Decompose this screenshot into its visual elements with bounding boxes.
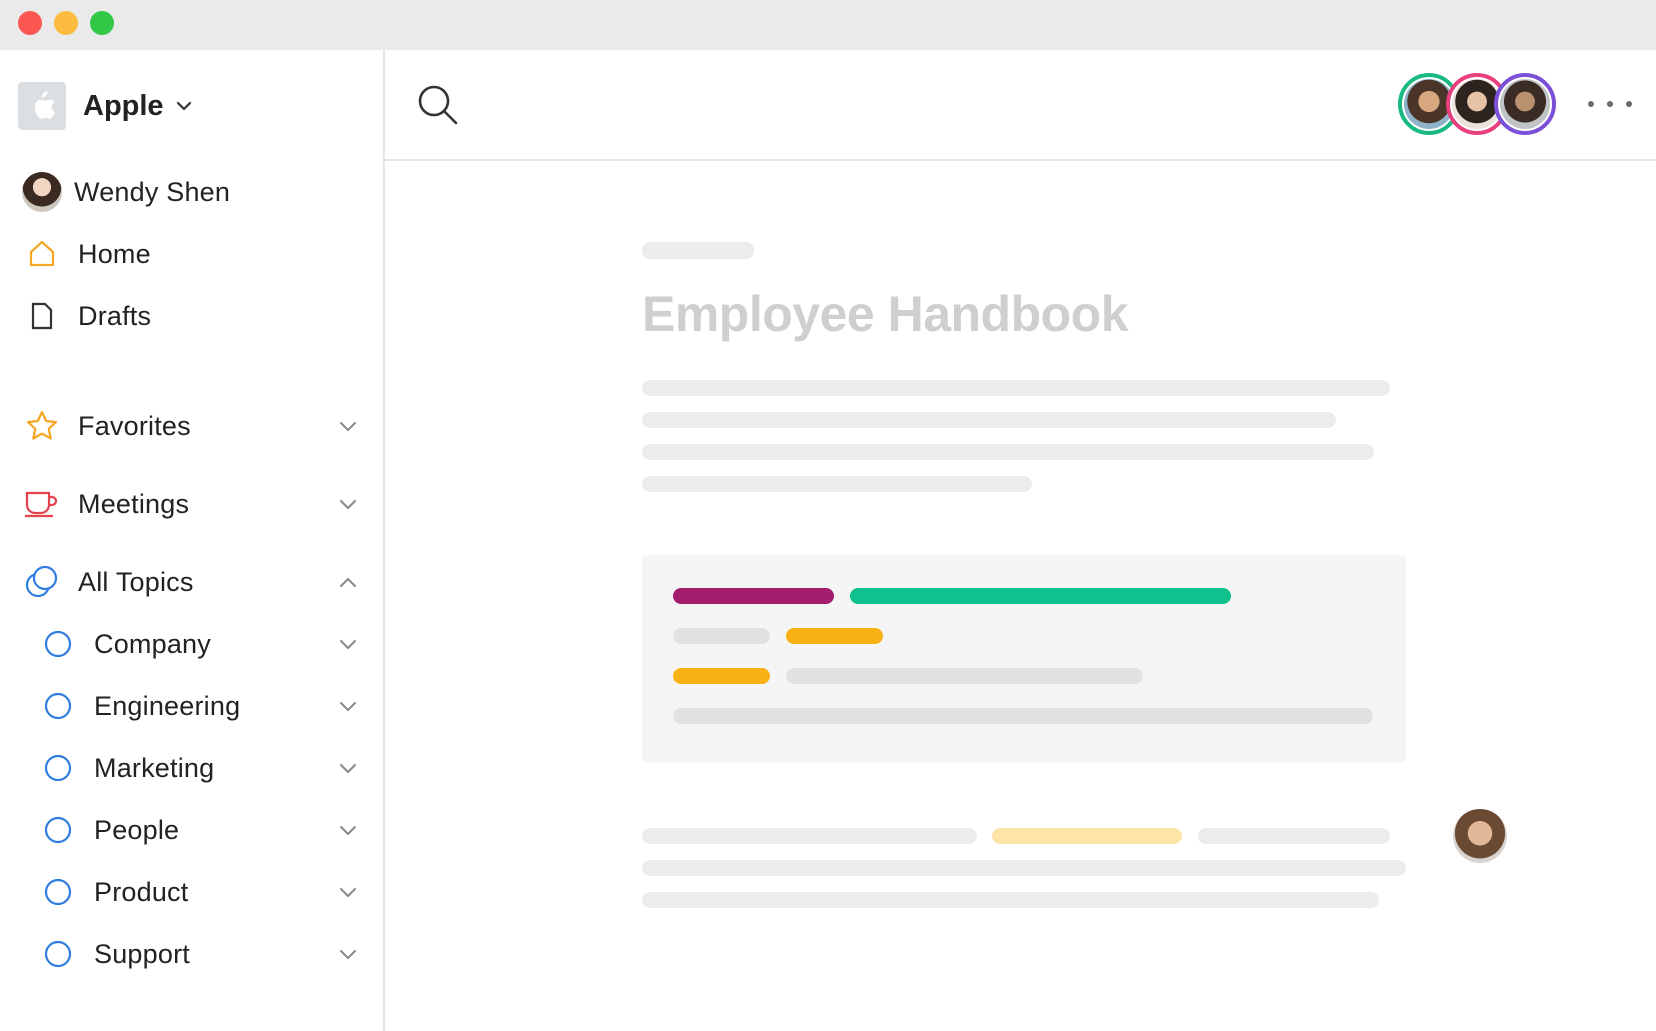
search-icon[interactable] [415,82,461,128]
chevron-down-icon[interactable] [334,490,362,518]
topic-circle-icon [38,934,78,974]
star-icon [22,406,62,446]
more-horizontal-icon[interactable] [1588,92,1632,116]
highlight-bar-amber [786,628,883,644]
chevron-down-icon [176,101,192,111]
topic-circle-icon [38,872,78,912]
sidebar-item-label: All Topics [78,566,194,597]
sidebar-topic-support[interactable]: Support [38,932,362,976]
embedded-card [642,555,1406,763]
sidebar-item-drafts[interactable]: Drafts [22,294,362,338]
sidebar-item-home[interactable]: Home [22,232,362,276]
sidebar-item-label: Company [94,628,211,659]
sidebar: Apple Wendy Shen Home Drafts Favorites M… [0,50,385,1031]
sidebar-topic-people[interactable]: People [38,808,362,852]
sidebar-item-favorites[interactable]: Favorites [22,404,362,448]
sidebar-item-meetings[interactable]: Meetings [22,482,362,526]
sidebar-topic-marketing[interactable]: Marketing [38,746,362,790]
page-title[interactable]: Employee Handbook [642,285,1129,343]
highlight-bar-light-amber [992,828,1182,844]
sidebar-item-label: Engineering [94,690,241,721]
chevron-down-icon[interactable] [334,940,362,968]
chevron-down-icon[interactable] [334,412,362,440]
chevron-down-icon[interactable] [334,878,362,906]
sidebar-item-label: Favorites [78,410,191,441]
chevron-up-icon[interactable] [334,568,362,596]
collaborator-avatar[interactable] [1494,73,1556,135]
breadcrumb-placeholder [642,242,754,259]
topic-circle-icon [38,686,78,726]
apple-logo-icon [18,82,66,130]
sidebar-item-all-topics[interactable]: All Topics [22,560,362,604]
coffee-cup-icon [22,484,62,524]
chevron-down-icon[interactable] [334,754,362,782]
chevron-down-icon[interactable] [334,630,362,658]
sidebar-item-label: Product [94,876,189,907]
topics-icon [22,562,62,602]
workspace-name: Apple [83,89,164,122]
sidebar-topic-engineering[interactable]: Engineering [38,684,362,728]
text-line-placeholder [642,412,1336,428]
sidebar-item-label: Home [78,238,151,269]
sidebar-item-label: Marketing [94,752,215,783]
zoom-window-button[interactable] [90,11,114,35]
topic-circle-icon [38,624,78,664]
text-line-placeholder [642,828,977,844]
text-line-placeholder [642,476,1032,492]
chevron-down-icon[interactable] [334,692,362,720]
title-bar [0,0,1656,50]
sidebar-topic-product[interactable]: Product [38,870,362,914]
sidebar-item-label: Drafts [78,300,152,331]
text-line-placeholder [786,668,1143,684]
highlight-bar-amber [673,668,770,684]
home-icon [22,234,62,274]
topic-circle-icon [38,810,78,850]
drafts-icon [22,296,62,336]
sidebar-item-label: Support [94,938,190,969]
sidebar-item-label: People [94,814,180,845]
document-header [385,50,1656,161]
text-line-placeholder [642,380,1390,396]
chevron-down-icon[interactable] [334,816,362,844]
sidebar-topic-company[interactable]: Company [38,622,362,666]
user-name: Wendy Shen [74,176,231,207]
highlight-bar-green [850,588,1231,604]
workspace-switcher[interactable]: Apple [18,82,192,130]
highlight-bar-magenta [673,588,834,604]
text-line-placeholder [642,892,1379,908]
avatar [22,172,62,212]
text-line-placeholder [642,860,1406,876]
text-line-placeholder [673,708,1373,724]
close-window-button[interactable] [18,11,42,35]
topic-circle-icon [38,748,78,788]
text-line-placeholder [642,444,1374,460]
text-line-placeholder [1198,828,1390,844]
minimize-window-button[interactable] [54,11,78,35]
sidebar-item-label: Meetings [78,488,190,519]
app-window: Apple Wendy Shen Home Drafts Favorites M… [0,0,1656,1031]
comment-author-avatar[interactable] [1453,809,1507,863]
text-line-placeholder [673,628,770,644]
sidebar-item-profile[interactable]: Wendy Shen [22,170,362,214]
